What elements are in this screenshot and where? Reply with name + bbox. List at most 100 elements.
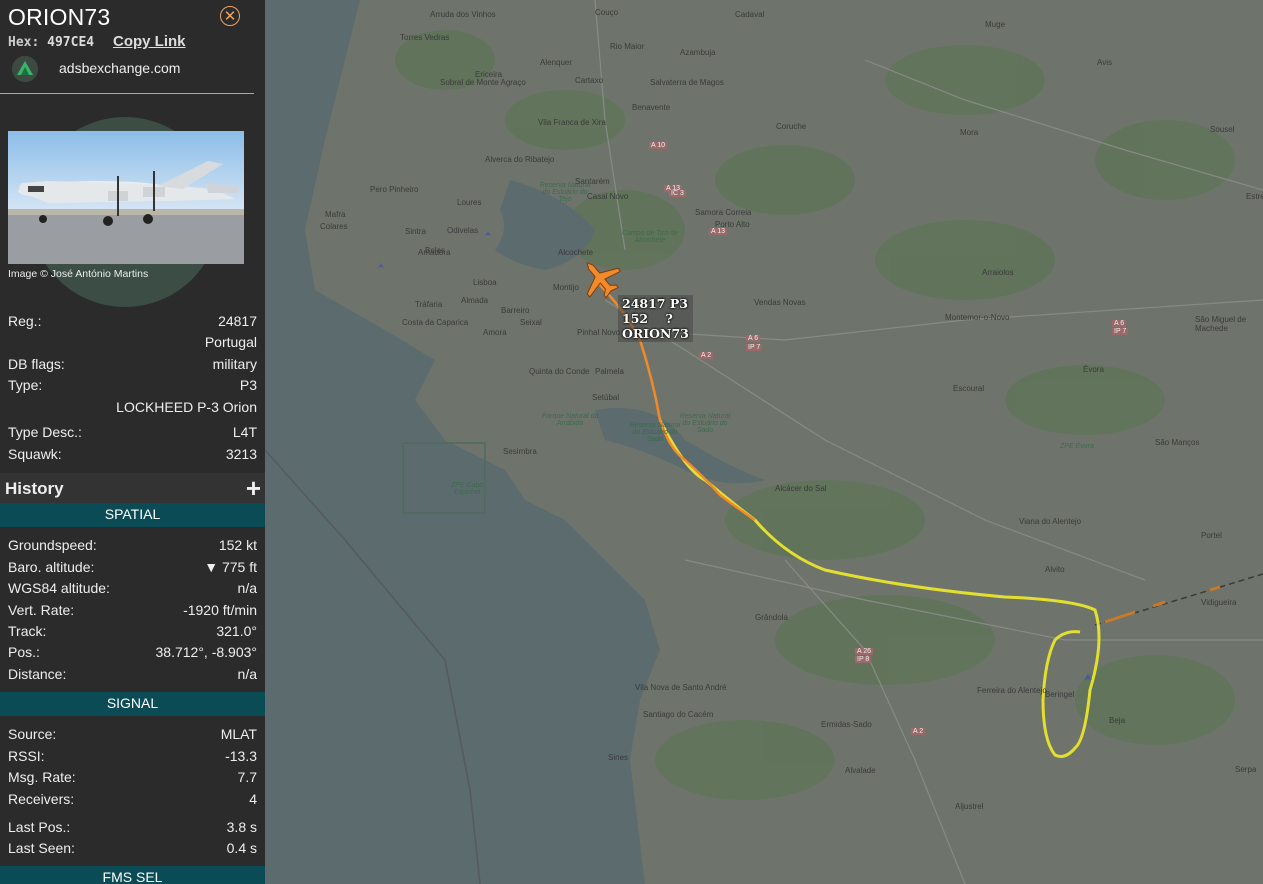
info-value: 24817 <box>218 313 257 329</box>
map-place-label: Serpa <box>1235 765 1257 774</box>
map-reserve-label: Reserva Natural do Estuário do Tejo <box>539 182 591 203</box>
map-place-label: Mafra <box>325 210 346 219</box>
close-icon[interactable]: ✕ <box>220 6 240 26</box>
spatial-section-header[interactable]: SPATIAL <box>0 503 265 527</box>
map-road-label: A 26 <box>855 648 874 655</box>
map-road-label: A 2 <box>699 352 714 359</box>
info-value: 3213 <box>225 446 257 462</box>
map-place-label: Belas <box>425 246 446 255</box>
aircraft-info-sidebar: ORION73 ✕ Hex: 497CE4 Copy Link adsbexch… <box>0 0 265 884</box>
map-road-label: A 2 <box>911 728 926 735</box>
map-place-label: Évora <box>1083 365 1104 374</box>
map-place-label: Setúbal <box>592 393 620 402</box>
map-place-label: Beringel <box>1045 690 1075 699</box>
map-place-label: São Manços <box>1155 438 1200 447</box>
signal-value: 7.7 <box>237 769 257 785</box>
signal-row-receivers: Receivers: 4 <box>8 791 257 809</box>
map-place-label: Vila Nova de Santo André <box>635 683 727 692</box>
map-place-label: Cadaval <box>735 10 765 19</box>
map-place-label: Aljustrel <box>955 802 984 811</box>
map-road-label: IC 3 <box>669 190 686 197</box>
info-value: military <box>212 356 257 372</box>
plus-icon[interactable]: + <box>246 473 261 504</box>
map-place-label: Estremoz <box>1246 192 1263 201</box>
map-place-label: Arraiolos <box>982 268 1014 277</box>
info-row-country: Portugal <box>8 334 257 352</box>
map-view[interactable]: 24817 P3 152 ? ORION73 Torres Vedras Alen… <box>265 0 1263 884</box>
signal-value: 3.8 s <box>226 819 257 835</box>
signal-value: -13.3 <box>225 748 257 764</box>
map-road-label: IP 8 <box>855 656 872 663</box>
map-place-label: Viana do Alentejo <box>1019 517 1082 526</box>
map-place-label: Azambuja <box>680 48 716 57</box>
signal-value: 0.4 s <box>226 840 257 856</box>
info-label: Type Desc.: <box>8 424 82 440</box>
info-value: LOCKHEED P-3 Orion <box>116 399 257 415</box>
map-place-label: Vendas Novas <box>754 298 806 307</box>
history-title: History <box>5 479 64 498</box>
signal-value: 4 <box>249 791 257 807</box>
map-place-label: Pero Pinheiro <box>370 185 419 194</box>
map-place-label: Palmela <box>595 367 624 376</box>
spatial-value: -1920 ft/min <box>183 602 257 618</box>
map-place-label: Rio Maior <box>610 42 645 51</box>
map-place-label: Portel <box>1201 531 1222 540</box>
map-place-label: Amora <box>483 328 507 337</box>
info-label: Reg.: <box>8 313 42 329</box>
map-place-label: Vila Franca de Xira <box>538 118 606 127</box>
divider <box>0 93 254 94</box>
spatial-label: WGS84 altitude: <box>8 580 110 596</box>
signal-row-last-pos: Last Pos.: 3.8 s <box>8 819 257 837</box>
map-place-label: Almada <box>461 296 489 305</box>
info-value: P3 <box>239 377 257 393</box>
fms-section-header[interactable]: FMS SEL <box>0 866 265 884</box>
spatial-label: Pos.: <box>8 644 40 660</box>
photo-credit: Image © José António Martins <box>8 268 149 280</box>
spatial-row-track: Track: 321.0° <box>8 623 257 641</box>
signal-label: Msg. Rate: <box>8 769 76 785</box>
map-road-label: A 6 <box>1112 320 1127 327</box>
map-place-label: Alverca do Ribatejo <box>485 155 555 164</box>
signal-row-source: Source: MLAT <box>8 726 257 744</box>
spatial-row-distance: Distance: n/a <box>8 666 257 684</box>
map-place-label: Colares <box>320 222 348 231</box>
spatial-value: ▼ 775 ft <box>204 559 257 575</box>
spatial-label: Vert. Rate: <box>8 602 75 618</box>
map-canvas[interactable] <box>265 0 1263 884</box>
map-place-label: Sousel <box>1210 125 1235 134</box>
map-place-label: Muge <box>985 20 1006 29</box>
map-place-label: Alcochete <box>558 248 594 257</box>
map-road-label: A 10 <box>649 142 668 149</box>
map-place-label: Loures <box>457 198 482 207</box>
spatial-value: n/a <box>237 666 257 682</box>
map-place-label: Sesimbra <box>503 447 537 456</box>
adsbexchange-link[interactable]: adsbexchange.com <box>59 60 180 76</box>
spatial-value: 321.0° <box>216 623 257 639</box>
map-place-label: Sintra <box>405 227 426 236</box>
map-place-label: Tráfaria <box>415 300 443 309</box>
info-value: L4T <box>232 424 257 440</box>
map-place-label: Benavente <box>632 103 671 112</box>
map-place-label: Quinta do Conde <box>529 367 590 376</box>
aircraft-map-label[interactable]: 24817 P3 152 ? ORION73 <box>618 295 693 342</box>
map-place-label: Arruda dos Vinhos <box>430 10 496 19</box>
signal-label: Receivers: <box>8 791 75 807</box>
history-header[interactable]: History + <box>0 473 265 503</box>
plane-label-line: ORION73 <box>622 326 689 341</box>
map-place-label: Grândola <box>755 613 788 622</box>
map-road-label: IP 7 <box>1112 328 1129 335</box>
map-place-label: Odivelas <box>447 226 479 235</box>
map-place-label: Alvalade <box>845 766 876 775</box>
map-place-label: Samora Correia <box>695 208 752 217</box>
info-label: Squawk: <box>8 446 62 462</box>
map-place-label: Torres Vedras <box>400 33 450 42</box>
spatial-label: Groundspeed: <box>8 537 97 553</box>
map-place-label: Pinhal Novo <box>577 328 621 337</box>
aircraft-photo[interactable] <box>8 131 244 264</box>
copy-link-button[interactable]: Copy Link <box>113 33 186 50</box>
info-row-db-flags: DB flags: military <box>8 356 257 374</box>
map-place-label: Alvito <box>1045 565 1065 574</box>
signal-section-header[interactable]: SIGNAL <box>0 692 265 716</box>
adsbexchange-logo-icon[interactable] <box>12 56 38 82</box>
hex-value: 497CE4 <box>47 35 95 50</box>
